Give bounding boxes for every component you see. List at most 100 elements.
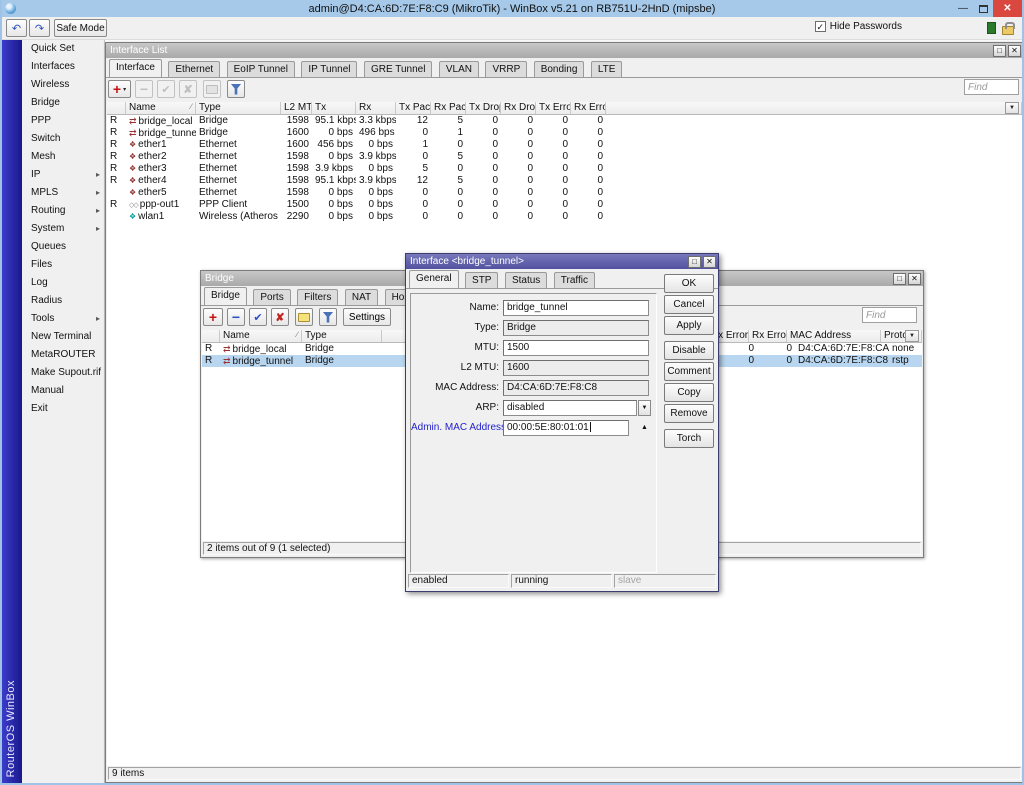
undo-button[interactable]: ↶ — [6, 19, 27, 37]
add-button[interactable]: + — [203, 308, 223, 326]
column-tx[interactable]: Tx — [312, 102, 356, 114]
table-row[interactable]: wlan1Wireless (Atheros 11N)22900 bps0 bp… — [107, 211, 1022, 223]
table-row[interactable]: Rether4Ethernet159895.1 kbps3.9 kbps1250… — [107, 175, 1022, 187]
sidebar-item-files[interactable]: Files — [22, 256, 104, 274]
sidebar-item-system[interactable]: System — [22, 220, 104, 238]
column-rx-drops[interactable]: Rx Drops — [501, 102, 536, 114]
find-input[interactable] — [862, 307, 917, 323]
torch-button[interactable]: Torch — [664, 429, 714, 448]
disable-button[interactable]: ✘ — [271, 308, 289, 326]
sidebar-item-new-terminal[interactable]: New Terminal — [22, 328, 104, 346]
tab-filters[interactable]: Filters — [297, 289, 338, 305]
close-icon[interactable]: ✕ — [908, 273, 921, 285]
column-rx-packet[interactable]: Rx Pac... — [431, 102, 466, 114]
enable-button[interactable]: ✔ — [249, 308, 267, 326]
arp-select[interactable]: disabled — [503, 400, 637, 416]
tab-gre-tunnel[interactable]: GRE Tunnel — [364, 61, 432, 77]
collapse-up-icon[interactable]: ▲ — [641, 424, 648, 431]
tab-vlan[interactable]: VLAN — [439, 61, 479, 77]
tab-interface[interactable]: Interface — [109, 59, 162, 77]
disable-button[interactable]: Disable — [664, 341, 714, 360]
column-type[interactable]: Type — [196, 102, 281, 114]
column-name[interactable]: Name∕ — [220, 330, 302, 342]
table-row[interactable]: Rbridge_tunnelBridge16000 bps496 bps0100… — [107, 127, 1022, 139]
tab-lte[interactable]: LTE — [591, 61, 623, 77]
column-rx[interactable]: Rx — [356, 102, 396, 114]
copy-button[interactable]: Copy — [664, 383, 714, 402]
sidebar-item-bridge[interactable]: Bridge — [22, 94, 104, 112]
sidebar-item-ip[interactable]: IP — [22, 166, 104, 184]
tab-status[interactable]: Status — [505, 272, 547, 288]
tab-general[interactable]: General — [409, 270, 459, 288]
columns-dropdown-button[interactable]: ▼ — [905, 330, 919, 342]
close-icon[interactable]: ✕ — [1008, 45, 1021, 57]
tab-stp[interactable]: STP — [465, 272, 498, 288]
maximize-button[interactable] — [973, 5, 993, 13]
column-name[interactable]: Name∕ — [126, 102, 196, 114]
sidebar-item-queues[interactable]: Queues — [22, 238, 104, 256]
main-titlebar[interactable]: admin@D4:CA:6D:7E:F8:C9 (MikroTik) - Win… — [2, 0, 1022, 17]
column-flags[interactable] — [202, 330, 220, 342]
table-row[interactable]: Rether3Ethernet15983.9 kbps0 bps500000 — [107, 163, 1022, 175]
remove-button[interactable]: − — [135, 80, 153, 98]
sidebar-item-make-supout[interactable]: Make Supout.rif — [22, 364, 104, 382]
sidebar-item-routing[interactable]: Routing — [22, 202, 104, 220]
column-l2mtu[interactable]: L2 MTU — [281, 102, 312, 114]
column-tx-drops[interactable]: Tx Drops — [466, 102, 501, 114]
hide-passwords-checkbox[interactable]: ✓ Hide Passwords — [815, 21, 902, 32]
apply-button[interactable]: Apply — [664, 316, 714, 335]
settings-button[interactable]: Settings — [343, 308, 391, 326]
sidebar-item-interfaces[interactable]: Interfaces — [22, 58, 104, 76]
minimize-button[interactable]: — — [953, 3, 973, 14]
column-rx-errors[interactable]: Rx Errors — [571, 102, 606, 114]
table-row[interactable]: Rether1Ethernet1600456 bps0 bps100000 — [107, 139, 1022, 151]
column-mac-address[interactable]: MAC Address — [787, 330, 881, 342]
dialog-titlebar[interactable]: Interface <bridge_tunnel> □ ✕ — [406, 254, 718, 269]
sidebar-item-quick-set[interactable]: Quick Set — [22, 40, 104, 58]
tab-bonding[interactable]: Bonding — [534, 61, 585, 77]
sidebar-item-tools[interactable]: Tools — [22, 310, 104, 328]
enable-button[interactable]: ✔ — [157, 80, 175, 98]
dropdown-arrow-icon[interactable]: ▼ — [638, 400, 651, 416]
tab-vrrp[interactable]: VRRP — [485, 61, 527, 77]
filter-button[interactable] — [319, 308, 337, 326]
comment-button[interactable] — [203, 80, 221, 98]
tab-nat[interactable]: NAT — [345, 289, 378, 305]
sidebar-item-metarouter[interactable]: MetaROUTER — [22, 346, 104, 364]
cancel-button[interactable]: Cancel — [664, 295, 714, 314]
table-row[interactable]: Rether2Ethernet15980 bps3.9 kbps050000 — [107, 151, 1022, 163]
comment-button[interactable] — [295, 308, 313, 326]
name-field[interactable]: bridge_tunnel — [503, 300, 649, 316]
tab-bridge[interactable]: Bridge — [204, 287, 247, 305]
close-button[interactable]: ✕ — [993, 0, 1022, 17]
table-row[interactable]: Rppp-out1PPP Client15000 bps0 bps000000 — [107, 199, 1022, 211]
comment-button[interactable]: Comment — [664, 362, 714, 381]
find-input[interactable] — [964, 79, 1019, 95]
columns-dropdown-button[interactable]: ▼ — [1005, 102, 1019, 114]
table-row[interactable]: Rbridge_localBridge159895.1 kbps3.3 kbps… — [107, 115, 1022, 127]
add-button[interactable]: +▾ — [108, 80, 131, 98]
tab-ip-tunnel[interactable]: IP Tunnel — [301, 61, 357, 77]
tab-ports[interactable]: Ports — [253, 289, 290, 305]
tab-ethernet[interactable]: Ethernet — [168, 61, 220, 77]
column-tx-errors[interactable]: Tx Errors — [536, 102, 571, 114]
filter-button[interactable] — [227, 80, 245, 98]
restore-icon[interactable]: □ — [993, 45, 1006, 57]
column-rx-errors[interactable]: Rx Errors — [749, 330, 787, 342]
remove-button[interactable]: − — [227, 308, 245, 326]
sidebar-item-radius[interactable]: Radius — [22, 292, 104, 310]
sidebar-item-mpls[interactable]: MPLS — [22, 184, 104, 202]
sidebar-item-log[interactable]: Log — [22, 274, 104, 292]
restore-icon[interactable]: □ — [893, 273, 906, 285]
sidebar-item-mesh[interactable]: Mesh — [22, 148, 104, 166]
sidebar-item-ppp[interactable]: PPP — [22, 112, 104, 130]
restore-icon[interactable]: □ — [688, 256, 701, 268]
column-tx-packet[interactable]: Tx Pac... — [396, 102, 431, 114]
tab-traffic[interactable]: Traffic — [554, 272, 595, 288]
admin-mac-address-field[interactable]: 00:00:5E:80:01:01 — [503, 420, 629, 436]
sidebar-item-switch[interactable]: Switch — [22, 130, 104, 148]
close-icon[interactable]: ✕ — [703, 256, 716, 268]
mtu-field[interactable]: 1500 — [503, 340, 649, 356]
disable-button[interactable]: ✘ — [179, 80, 197, 98]
column-flags[interactable] — [107, 102, 126, 114]
